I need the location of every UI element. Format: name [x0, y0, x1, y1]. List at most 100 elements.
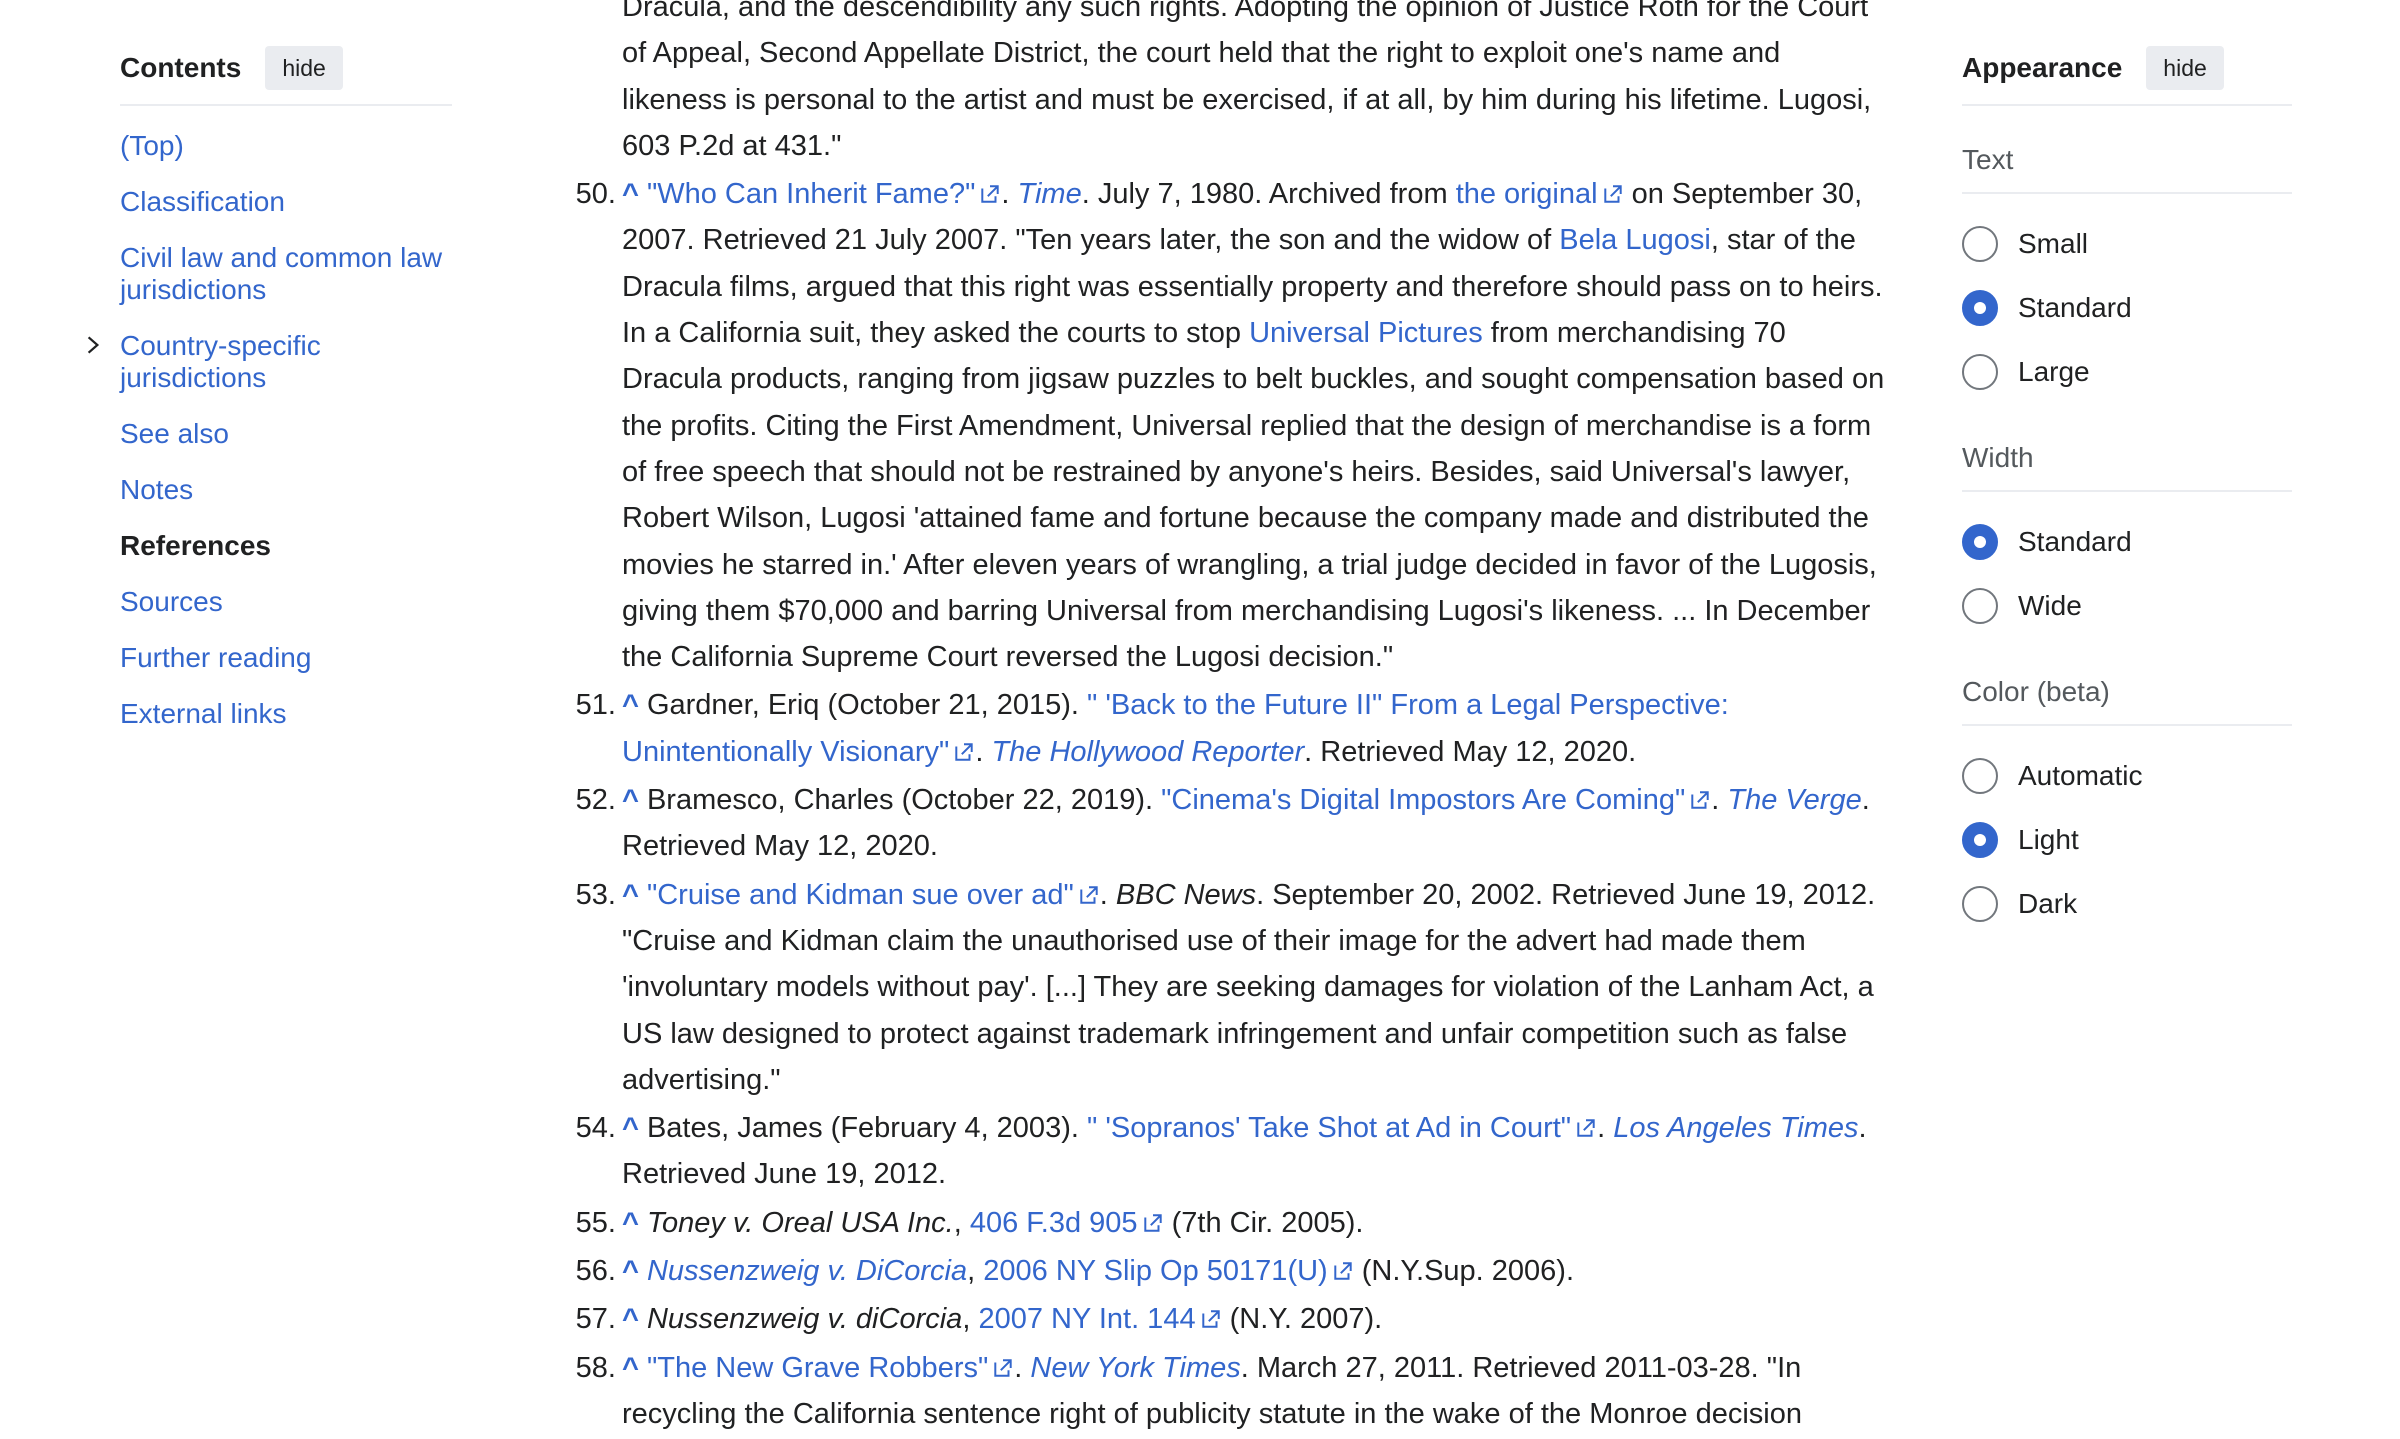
width-standard-option[interactable]: Standard [1962, 510, 2292, 574]
publisher-link[interactable]: Los Angeles Times [1613, 1112, 1858, 1144]
external-link-icon [994, 1358, 1012, 1377]
toc-item-top[interactable]: (Top) [120, 130, 452, 162]
option-label: Standard [2018, 526, 2132, 557]
backlink-caret[interactable]: ^ [622, 1352, 639, 1384]
case-citation-link[interactable]: 406 F.3d 905 [970, 1207, 1138, 1239]
ref-text-line: Dracula, and the descendibility any such… [622, 0, 1869, 23]
reference-item: 51. ^ Gardner, Eriq (October 21, 2015). "… [560, 682, 1890, 775]
toc-item-sources[interactable]: Sources [120, 586, 452, 618]
ref-text: Bates, James (February 4, 2003). [646, 1112, 1087, 1145]
backlink-caret[interactable]: ^ [622, 178, 639, 210]
table-of-contents: Contents hide (Top) Classification Civil… [87, 46, 452, 754]
ref-number: 53. [575, 878, 616, 911]
ref-number: 51. [575, 689, 616, 722]
reference-item: 55. ^ Toney v. Oreal USA Inc., 406 F.3d 9… [560, 1200, 1890, 1246]
reference-item: Dracula, and the descendibility any such… [560, 0, 1890, 169]
toc-item-external-links[interactable]: External links [120, 698, 452, 730]
case-citation-link[interactable]: 2006 NY Slip Op 50171(U) [983, 1255, 1327, 1287]
case-name: Toney v. Oreal USA Inc. [646, 1206, 954, 1239]
radio-button[interactable] [1962, 226, 1998, 262]
ref-title-link[interactable]: "Who Can Inherit Fame?" [647, 178, 975, 210]
toc-hide-button[interactable]: hide [265, 46, 343, 90]
radio-button[interactable] [1962, 758, 1998, 794]
toc-item-further-reading[interactable]: Further reading [120, 642, 452, 674]
text-size-large-option[interactable]: Large [1962, 340, 2292, 404]
text-size-standard-option[interactable]: Standard [1962, 276, 2292, 340]
backlink-caret[interactable]: ^ [622, 1303, 639, 1335]
reference-item: 54. ^ Bates, James (February 4, 2003). " … [560, 1105, 1890, 1198]
external-link-icon [1080, 885, 1098, 904]
external-link-icon [1201, 1310, 1220, 1329]
option-label: Light [2018, 824, 2079, 855]
appearance-panel: Appearance hide Text Small Standard Larg… [1962, 46, 2292, 936]
ref-text-line: of Appeal, Second Appellate District, th… [622, 37, 1781, 70]
chevron-right-icon[interactable] [82, 334, 104, 356]
width-label: Width [1962, 442, 2292, 492]
ref-title-link[interactable]: "Cinema's Digital Impostors Are Coming" [1161, 784, 1685, 816]
case-name-link[interactable]: Nussenzweig v. DiCorcia [647, 1255, 967, 1287]
toc-item-label: Country-specific jurisdictions [120, 330, 321, 393]
reference-item: 53. ^ "Cruise and Kidman sue over ad". BB… [560, 872, 1890, 1103]
color-automatic-option[interactable]: Automatic [1962, 744, 2292, 808]
backlink-caret[interactable]: ^ [622, 1207, 639, 1239]
ref-text: (N.Y.Sup. 2006). [1353, 1255, 1575, 1288]
toc-item-notes[interactable]: Notes [120, 474, 452, 506]
ref-title-link[interactable]: " 'Sopranos' Take Shot at Ad in Court" [1087, 1112, 1571, 1144]
external-link-icon [1334, 1262, 1352, 1280]
reference-item: 56. ^ Nussenzweig v. DiCorcia, 2006 NY Sl… [560, 1248, 1890, 1294]
radio-button[interactable] [1962, 886, 1998, 922]
reference-item: 58. ^ "The New Grave Robbers". New York T… [560, 1345, 1890, 1438]
reference-item: 50. ^ "Who Can Inherit Fame?". Time. July… [560, 171, 1890, 680]
backlink-caret[interactable]: ^ [622, 689, 639, 721]
toc-item-references[interactable]: References [120, 530, 452, 562]
toc-item-country-specific[interactable]: Country-specific jurisdictions [87, 330, 452, 394]
radio-button-selected[interactable] [1962, 822, 1998, 858]
ref-text: . September 20, 2002. Retrieved June 19,… [622, 878, 1876, 1096]
option-label: Dark [2018, 888, 2078, 919]
ref-number: 57. [575, 1303, 616, 1336]
publisher-link[interactable]: New York Times [1030, 1352, 1240, 1384]
radio-button-selected[interactable] [1962, 290, 1998, 326]
ref-text: from merchandising 70 Dracula products, … [622, 317, 1885, 674]
ref-text: (7th Cir. 2005). [1163, 1206, 1364, 1239]
ref-text: , [967, 1255, 984, 1288]
width-options: Standard Wide [1962, 510, 2292, 638]
archive-original-link[interactable]: the original [1456, 178, 1598, 210]
publisher-link[interactable]: Time [1018, 178, 1082, 210]
toc-header: Contents hide [120, 46, 452, 106]
text-size-label: Text [1962, 144, 2292, 194]
radio-button[interactable] [1962, 354, 1998, 390]
radio-button[interactable] [1962, 588, 1998, 624]
publisher-link[interactable]: The Hollywood Reporter [991, 736, 1304, 768]
color-dark-option[interactable]: Dark [1962, 872, 2292, 936]
color-label: Color (beta) [1962, 676, 2292, 726]
appearance-hide-button[interactable]: hide [2146, 46, 2224, 90]
backlink-caret[interactable]: ^ [622, 1255, 639, 1287]
universal-pictures-link[interactable]: Universal Pictures [1249, 317, 1483, 349]
radio-button-selected[interactable] [1962, 524, 1998, 560]
ref-text-line: 603 P.2d at 431." [622, 129, 842, 162]
backlink-caret[interactable]: ^ [622, 879, 639, 911]
bela-lugosi-link[interactable]: Bela Lugosi [1559, 224, 1711, 256]
appearance-title: Appearance [1962, 52, 2123, 83]
external-link-icon [1603, 185, 1622, 203]
text-size-small-option[interactable]: Small [1962, 212, 2292, 276]
backlink-caret[interactable]: ^ [622, 784, 639, 816]
toc-item-civil-law[interactable]: Civil law and common law jurisdictions [120, 242, 452, 306]
publisher-link[interactable]: The Verge [1727, 784, 1861, 816]
backlink-caret[interactable]: ^ [622, 1112, 639, 1144]
publisher-name: BBC News [1115, 878, 1257, 911]
ref-number: 54. [575, 1112, 616, 1145]
external-link-icon [1143, 1214, 1162, 1232]
toc-item-see-also[interactable]: See also [120, 418, 452, 450]
ref-number: 58. [575, 1351, 616, 1384]
reference-item: 52. ^ Bramesco, Charles (October 22, 2019… [560, 777, 1890, 870]
color-light-option[interactable]: Light [1962, 808, 2292, 872]
ref-title-link[interactable]: "Cruise and Kidman sue over ad" [647, 879, 1074, 911]
appearance-header: Appearance hide [1962, 46, 2292, 106]
width-wide-option[interactable]: Wide [1962, 574, 2292, 638]
ref-title-link[interactable]: "The New Grave Robbers" [647, 1352, 988, 1384]
case-citation-link[interactable]: 2007 NY Int. 144 [978, 1303, 1195, 1335]
toc-item-classification[interactable]: Classification [120, 186, 452, 218]
case-name: Nussenzweig v. diCorcia [646, 1303, 963, 1336]
